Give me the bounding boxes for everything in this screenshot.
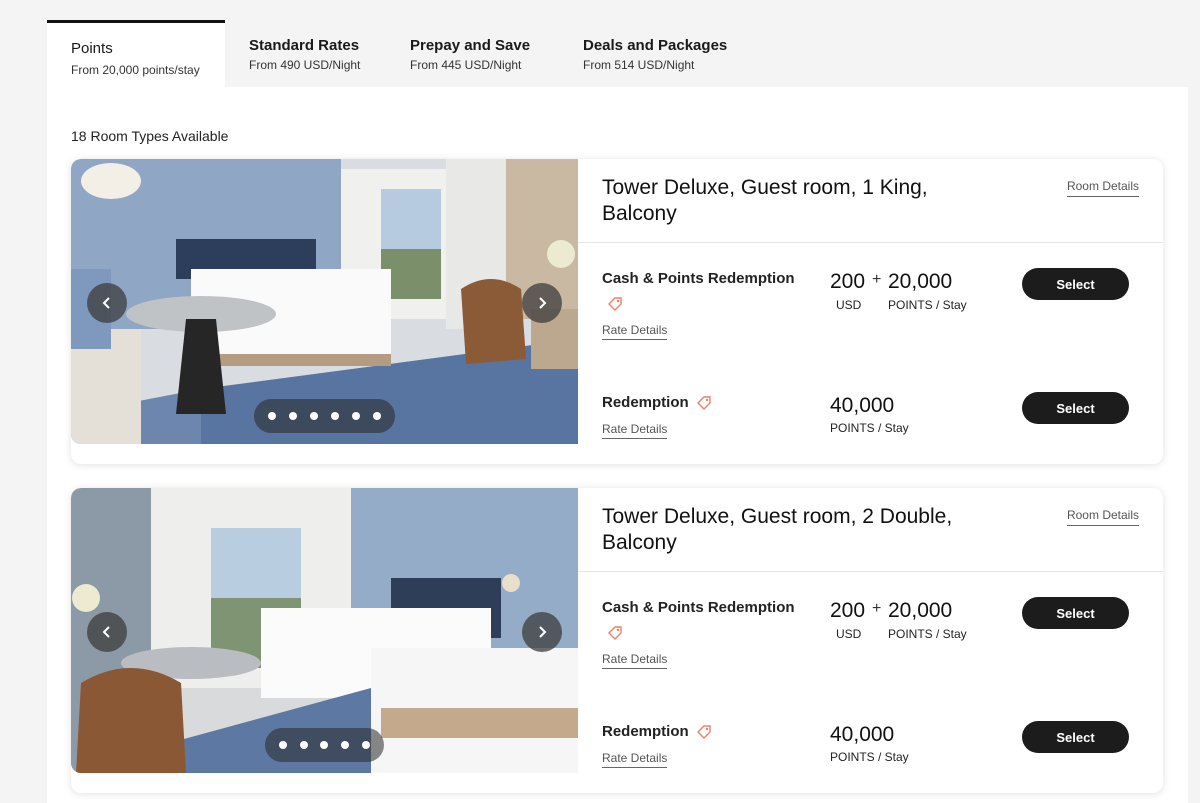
- chevron-left-icon: [102, 626, 110, 638]
- carousel-dot[interactable]: [372, 412, 381, 420]
- points-amount: 40,000: [830, 394, 895, 417]
- tab-label: Standard Rates: [249, 37, 360, 54]
- rate-name: Cash & Points Redemption: [602, 270, 795, 287]
- carousel-dot[interactable]: [341, 741, 350, 749]
- tab-subtitle: From 490 USD/Night: [249, 58, 361, 72]
- carousel-dot[interactable]: [351, 412, 360, 420]
- carousel-dot[interactable]: [279, 741, 288, 749]
- room-info: Tower Deluxe, Guest room, 1 King, Balcon…: [578, 159, 1163, 464]
- points-unit: POINTS / Stay: [888, 627, 967, 641]
- price-tag-icon: [608, 626, 622, 640]
- rate-row-redemption: Redemption Rate Details 40,000 POINTS / …: [602, 392, 1142, 444]
- tab-standard-rates[interactable]: Standard Rates From 490 USD/Night: [249, 20, 379, 87]
- price-tag-icon: [697, 396, 711, 410]
- points-unit: POINTS / Stay: [830, 750, 909, 764]
- points-amount: 20,000: [888, 270, 953, 293]
- carousel-dot[interactable]: [310, 412, 319, 420]
- tab-points[interactable]: Points From 20,000 points/stay: [47, 20, 225, 87]
- select-button[interactable]: Select: [1022, 597, 1129, 629]
- tab-prepay-and-save[interactable]: Prepay and Save From 445 USD/Night: [410, 20, 550, 87]
- carousel-next-button[interactable]: [522, 612, 562, 652]
- tab-subtitle: From 514 USD/Night: [583, 58, 695, 72]
- tab-subtitle: From 445 USD/Night: [410, 58, 522, 72]
- select-button[interactable]: Select: [1022, 392, 1129, 424]
- tab-label: Deals and Packages: [583, 37, 728, 54]
- room-info: Tower Deluxe, Guest room, 2 Double, Balc…: [578, 488, 1163, 793]
- rate-details-link[interactable]: Rate Details: [602, 751, 668, 768]
- cash-amount: 200: [830, 270, 866, 293]
- room-count: 18 Room Types Available: [71, 128, 229, 144]
- cash-unit: USD: [836, 298, 862, 312]
- cash-amount: 200: [830, 599, 866, 622]
- rate-row-cash-points: Cash & Points Redemption Rate Details 20…: [602, 597, 1142, 669]
- chevron-right-icon: [539, 626, 547, 638]
- rate-name: Redemption: [602, 723, 689, 740]
- rooms-panel: 18 Room Types Available Tower Deluxe, Gu…: [47, 87, 1188, 803]
- carousel-dots: [254, 399, 395, 433]
- room-details-link[interactable]: Room Details: [1066, 508, 1139, 526]
- carousel-dot[interactable]: [361, 741, 370, 749]
- rate-tabs: Points From 20,000 points/stay Standard …: [47, 20, 1188, 87]
- room-details-link[interactable]: Room Details: [1066, 179, 1139, 197]
- rate-details-link[interactable]: Rate Details: [602, 422, 668, 439]
- points-amount: 20,000: [888, 599, 953, 622]
- carousel-dot[interactable]: [330, 412, 339, 420]
- carousel-prev-button[interactable]: [87, 283, 127, 323]
- tab-label: Prepay and Save: [410, 37, 531, 54]
- carousel-dot[interactable]: [320, 741, 329, 749]
- carousel-dot[interactable]: [289, 412, 298, 420]
- carousel-dots: [265, 728, 384, 762]
- tab-deals-and-packages[interactable]: Deals and Packages From 514 USD/Night: [583, 20, 743, 87]
- room-title: Tower Deluxe, Guest room, 2 Double, Balc…: [602, 505, 953, 554]
- rate-name: Cash & Points Redemption: [602, 599, 795, 616]
- room-photo-carousel[interactable]: [71, 488, 578, 773]
- room-photo-carousel[interactable]: [71, 159, 578, 444]
- points-unit: POINTS / Stay: [888, 298, 967, 312]
- price-tag-icon: [697, 725, 711, 739]
- rate-details-link[interactable]: Rate Details: [602, 323, 668, 340]
- room-card: Tower Deluxe, Guest room, 2 Double, Balc…: [71, 488, 1163, 793]
- tab-label: Points: [71, 40, 113, 57]
- points-unit: POINTS / Stay: [830, 421, 909, 435]
- divider: [578, 571, 1163, 572]
- carousel-dot[interactable]: [268, 412, 277, 420]
- chevron-right-icon: [539, 297, 547, 309]
- carousel-next-button[interactable]: [522, 283, 562, 323]
- price-tag-icon: [608, 297, 622, 311]
- cash-unit: USD: [836, 627, 862, 641]
- carousel-prev-button[interactable]: [87, 612, 127, 652]
- tab-subtitle: From 20,000 points/stay: [71, 63, 200, 77]
- divider: [578, 242, 1163, 243]
- select-button[interactable]: Select: [1022, 268, 1129, 300]
- select-button[interactable]: Select: [1022, 721, 1129, 753]
- room-card: Tower Deluxe, Guest room, 1 King, Balcon…: [71, 159, 1163, 464]
- room-title: Tower Deluxe, Guest room, 1 King, Balcon…: [602, 176, 928, 225]
- chevron-left-icon: [102, 297, 110, 309]
- rate-row-redemption: Redemption Rate Details 40,000 POINTS / …: [602, 721, 1142, 773]
- plus-sign: +: [872, 271, 882, 288]
- rate-row-cash-points: Cash & Points Redemption Rate Details 20…: [602, 268, 1142, 340]
- rate-details-link[interactable]: Rate Details: [602, 652, 668, 669]
- plus-sign: +: [872, 600, 882, 617]
- rate-name: Redemption: [602, 394, 689, 411]
- points-amount: 40,000: [830, 723, 895, 746]
- carousel-dot[interactable]: [299, 741, 308, 749]
